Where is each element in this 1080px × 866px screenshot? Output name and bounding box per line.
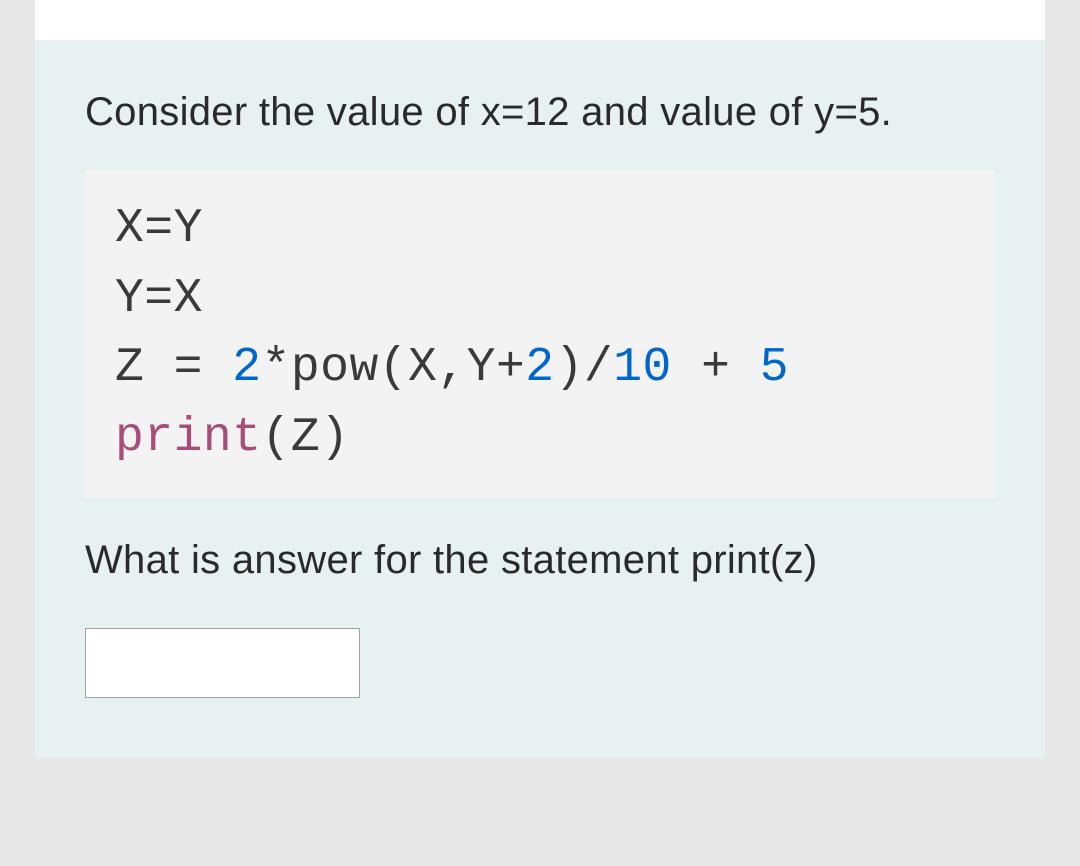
code-number: 2	[232, 341, 261, 395]
code-line-2: Y=X	[115, 265, 965, 335]
code-function: print	[115, 411, 262, 465]
code-number: 2	[525, 341, 554, 395]
code-number: 10	[613, 341, 672, 395]
code-text: Z =	[115, 341, 232, 395]
top-blank-area	[35, 0, 1045, 40]
answer-prompt: What is answer for the statement print(z…	[85, 538, 995, 583]
question-panel: Consider the value of x=12 and value of …	[35, 40, 1045, 758]
code-number: 5	[760, 341, 789, 395]
code-text: *pow(X,Y+	[262, 341, 526, 395]
code-line-1: X=Y	[115, 195, 965, 265]
question-prompt: Consider the value of x=12 and value of …	[85, 90, 995, 135]
code-text: (Z)	[262, 411, 350, 465]
code-line-3: Z = 2*pow(X,Y+2)/10 + 5	[115, 334, 965, 404]
code-text: )/	[555, 341, 614, 395]
code-line-4: print(Z)	[115, 404, 965, 474]
answer-input[interactable]	[85, 628, 360, 698]
code-block: X=Y Y=X Z = 2*pow(X,Y+2)/10 + 5 print(Z)	[85, 170, 995, 498]
code-text: +	[672, 341, 760, 395]
